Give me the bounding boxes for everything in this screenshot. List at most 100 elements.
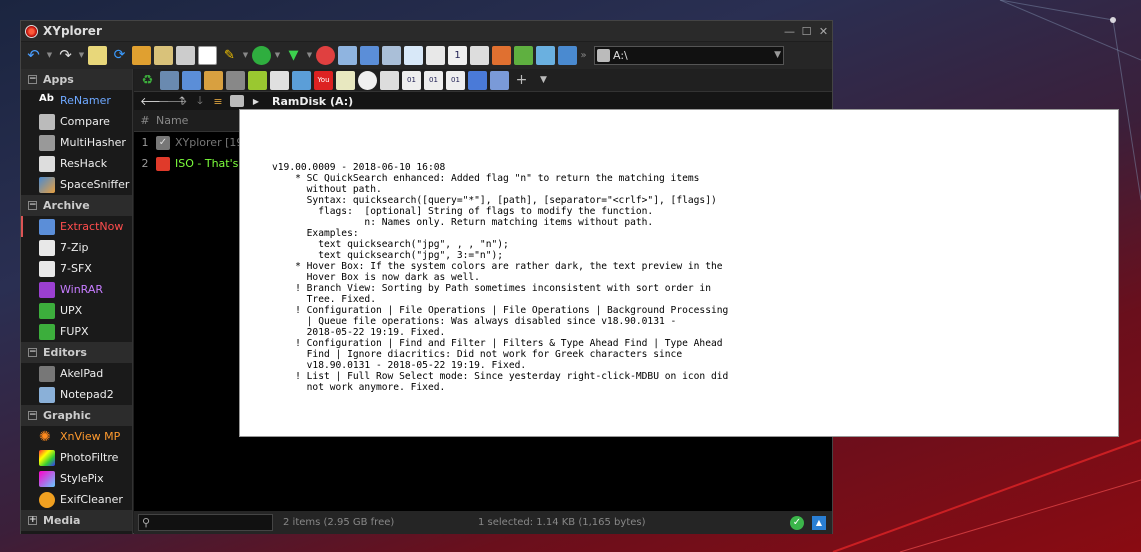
catalog-item-exifcleaner[interactable]: ExifCleaner <box>21 489 132 510</box>
chevron-down-icon[interactable]: ▼ <box>534 71 553 90</box>
youtube-icon[interactable]: You <box>314 70 333 90</box>
redo-icon[interactable]: ↷ <box>56 46 75 65</box>
catalog-item-fupx[interactable]: FUPX <box>21 321 132 342</box>
recycle-icon[interactable]: ♻ <box>138 71 157 90</box>
custom-toolbar: ♻ You 01 01 01 + ▼ <box>134 69 832 92</box>
chevron-down-icon[interactable]: ▼ <box>78 46 85 65</box>
catalog-item-akelpad[interactable]: AkelPad <box>21 363 132 384</box>
expand-icon[interactable]: + <box>28 516 37 525</box>
address-input[interactable]: A:\ <box>613 49 628 62</box>
catalog-item-upx[interactable]: UPX <box>21 300 132 321</box>
catalog-item-7sfx[interactable]: 7-SFX <box>21 258 132 279</box>
drive-icon[interactable] <box>230 95 244 107</box>
window-icon[interactable] <box>182 70 201 90</box>
binary-icon[interactable]: 01 <box>446 70 465 90</box>
window-icon[interactable] <box>176 46 195 65</box>
catalog-item-photofiltre[interactable]: PhotoFiltre <box>21 447 132 468</box>
chevron-down-icon[interactable]: ▼ <box>46 46 53 65</box>
catalog-item-spacesniffer[interactable]: SpaceSniffer <box>21 174 132 195</box>
folder-icon[interactable] <box>154 46 173 65</box>
backup-to-icon[interactable] <box>558 46 577 65</box>
item-label: ExifCleaner <box>60 493 123 506</box>
undo-icon[interactable]: ↶ <box>24 46 43 65</box>
catalog-item-renamer[interactable]: Ab ReNamer <box>21 90 132 111</box>
minimize-icon[interactable]: — <box>781 23 798 40</box>
catalog-item-extractnow[interactable]: ExtractNow <box>21 216 132 237</box>
hamburger-menu-icon[interactable]: ≡ <box>212 95 224 108</box>
sync-icon[interactable] <box>470 46 489 65</box>
chevron-down-icon[interactable]: ▼ <box>274 46 281 65</box>
chevron-down-icon[interactable]: ▼ <box>242 46 249 65</box>
new-file-icon[interactable] <box>88 46 107 65</box>
catalog-item-winrar[interactable]: WinRAR <box>21 279 132 300</box>
new-item-icon[interactable] <box>132 46 151 65</box>
image-list-icon[interactable] <box>490 70 509 90</box>
filter-icon[interactable] <box>252 46 271 65</box>
exifcleaner-icon <box>39 491 55 508</box>
breadcrumb[interactable]: RamDisk (A:) <box>272 95 353 108</box>
details-icon[interactable] <box>382 46 401 65</box>
briefcase-icon[interactable] <box>492 46 511 65</box>
texteditor-icon[interactable] <box>248 70 267 90</box>
refresh-icon[interactable]: ⟳ <box>110 46 129 65</box>
catalog-item-xnview[interactable]: ✺ XnView MP <box>21 426 132 447</box>
catalog-item-stylepix[interactable]: StylePix <box>21 468 132 489</box>
image-icon[interactable] <box>204 70 223 90</box>
collapse-icon[interactable]: − <box>28 411 37 420</box>
item-label: Compare <box>60 115 110 128</box>
layout-icon[interactable] <box>338 46 357 65</box>
catalog-item-reshack[interactable]: ResHack <box>21 153 132 174</box>
catalog-category-graphic[interactable]: − Graphic <box>21 405 132 426</box>
dual-pane-icon[interactable] <box>426 46 445 65</box>
funnel-icon[interactable]: ▼ <box>284 46 303 65</box>
chevron-down-icon[interactable]: ▼ <box>774 47 781 64</box>
forward-arrow-icon[interactable]: 🡒 <box>158 94 188 108</box>
close-icon[interactable]: ✕ <box>815 23 832 40</box>
main-toolbar: ↶ ▼ ↷ ▼ ⟳ ✎ ▼ ▼ ▼ ▼ 1 » A:\ ▼ <box>21 42 832 69</box>
binary-icon[interactable]: 01 <box>424 70 443 90</box>
media-player-icon[interactable] <box>468 70 487 90</box>
highlighter-icon[interactable]: ✎ <box>220 46 239 65</box>
paint-icon[interactable] <box>270 70 289 90</box>
more-icon[interactable]: » <box>580 46 587 65</box>
arrow-up-icon[interactable]: ▲ <box>812 515 826 530</box>
checkbox-icon[interactable] <box>404 46 423 65</box>
panel-icon[interactable] <box>360 46 379 65</box>
window-controls: — ☐ ✕ <box>781 23 832 40</box>
monitor-icon[interactable] <box>160 70 179 90</box>
catalog-category-archive[interactable]: − Archive <box>21 195 132 216</box>
collapse-icon[interactable]: − <box>28 348 37 357</box>
catalog-item-notepad2[interactable]: Notepad2 <box>21 384 132 405</box>
document-icon[interactable] <box>380 70 399 90</box>
binary-icon[interactable]: 01 <box>402 70 421 90</box>
pane-1-icon[interactable]: 1 <box>448 46 467 65</box>
move-to-icon[interactable] <box>536 46 555 65</box>
collapse-icon[interactable]: − <box>28 75 37 84</box>
collapse-icon[interactable]: − <box>28 201 37 210</box>
check-circle-icon[interactable]: ✓ <box>790 515 804 530</box>
catalog-category-editors[interactable]: − Editors <box>21 342 132 363</box>
speech-bubble-icon[interactable] <box>358 70 377 90</box>
up-arrow-icon[interactable]: 🡑 <box>176 92 188 111</box>
tag-icon[interactable] <box>316 46 335 65</box>
down-arrow-icon[interactable]: 🡓 <box>194 92 206 111</box>
catalog-item-multihasher[interactable]: MultiHasher <box>21 132 132 153</box>
add-icon[interactable]: + <box>512 71 531 90</box>
index-column-header[interactable]: # <box>134 114 156 127</box>
copy-to-icon[interactable] <box>514 46 533 65</box>
app-icon[interactable] <box>226 70 245 90</box>
screen-icon[interactable] <box>292 70 311 90</box>
address-bar[interactable]: A:\ ▼ <box>594 46 784 65</box>
catalog-category-media[interactable]: + Media <box>21 510 132 531</box>
maximize-icon[interactable]: ☐ <box>798 23 815 40</box>
dice-icon[interactable] <box>336 70 355 90</box>
catalog-item-compare[interactable]: Compare <box>21 111 132 132</box>
live-filter-box[interactable]: ⚲ <box>138 514 273 531</box>
chevron-down-icon[interactable]: ▼ <box>306 46 313 65</box>
catalog-category-apps[interactable]: − Apps <box>21 69 132 90</box>
back-arrow-icon[interactable]: 🡐 <box>140 94 170 108</box>
color-filter-icon[interactable] <box>198 46 217 65</box>
catalog-item-7zip[interactable]: 7-Zip <box>21 237 132 258</box>
name-column-header[interactable]: Name <box>156 114 188 127</box>
chevron-right-icon[interactable]: ▶ <box>250 97 262 106</box>
